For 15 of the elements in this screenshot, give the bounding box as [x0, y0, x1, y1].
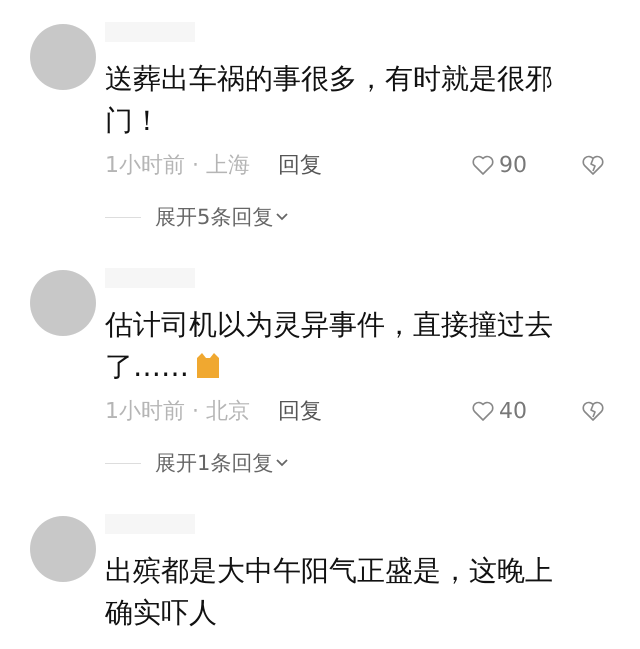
broken-heart-icon[interactable]: [581, 399, 605, 423]
comment-time: 1小时前 · 北京: [105, 398, 250, 426]
broken-heart-icon[interactable]: [581, 153, 605, 177]
like-count: 40: [499, 398, 527, 424]
heart-icon[interactable]: [471, 153, 495, 177]
reply-link[interactable]: 回复: [278, 150, 322, 180]
expand-replies-link[interactable]: 展开1条回复: [155, 449, 290, 477]
expand-replies-link[interactable]: 展开5条回复: [155, 203, 290, 231]
comment-text: 估计司机以为灵异事件，直接撞过去了……: [105, 307, 554, 385]
reply-link[interactable]: 回复: [278, 396, 322, 426]
comment-time: 1小时前 · 上海: [105, 152, 250, 180]
heart-icon[interactable]: [471, 399, 495, 423]
comment-text: 送葬出车祸的事很多，有时就是很邪门！: [105, 61, 554, 139]
like-count: 90: [499, 152, 527, 178]
comment-text: 出殡都是大中午阳气正盛是，这晚上确实吓人: [105, 553, 554, 631]
